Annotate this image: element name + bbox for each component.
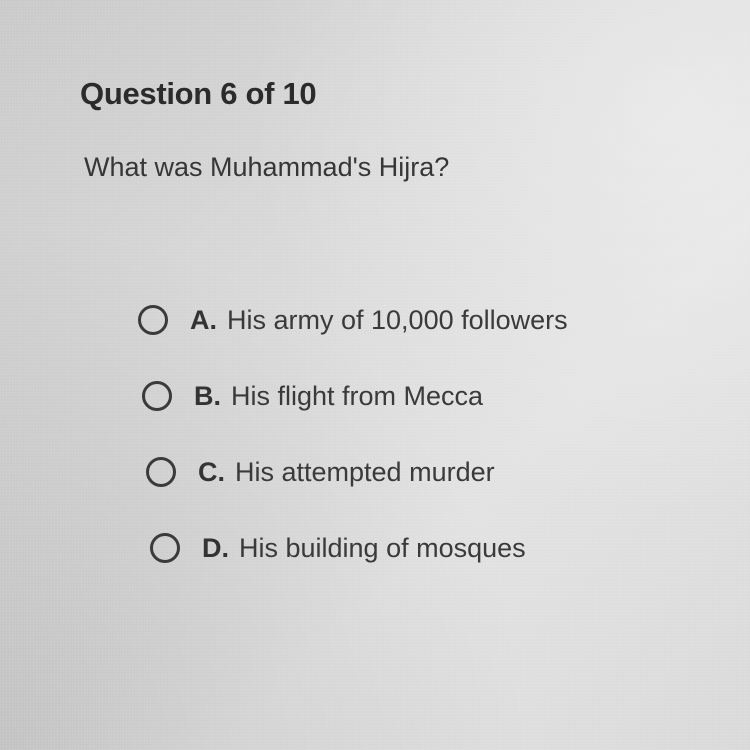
radio-button-c[interactable] xyxy=(146,457,176,487)
answer-option-c[interactable]: C. His attempted murder xyxy=(146,448,698,496)
option-text-b: His flight from Mecca xyxy=(231,380,484,411)
question-counter: Question 6 of 10 xyxy=(80,76,317,111)
radio-button-d[interactable] xyxy=(150,533,180,563)
option-letter-b: B. xyxy=(194,380,221,411)
answer-option-a[interactable]: A. His army of 10,000 followers xyxy=(138,296,698,344)
option-letter-c: C. xyxy=(198,456,225,487)
option-text-d: His building of mosques xyxy=(239,532,526,563)
option-text-a: His army of 10,000 followers xyxy=(227,304,568,335)
question-prompt: What was Muhammad's Hijra? xyxy=(84,152,450,182)
option-letter-d: D. xyxy=(202,532,229,563)
answer-options: A. His army of 10,000 followers B. His f… xyxy=(138,296,698,600)
answer-option-d[interactable]: D. His building of mosques xyxy=(150,524,698,572)
option-text-c: His attempted murder xyxy=(235,456,495,487)
option-letter-a: A. xyxy=(190,304,217,335)
answer-option-b[interactable]: B. His flight from Mecca xyxy=(142,372,698,420)
radio-button-b[interactable] xyxy=(142,381,172,411)
radio-button-a[interactable] xyxy=(138,305,168,335)
